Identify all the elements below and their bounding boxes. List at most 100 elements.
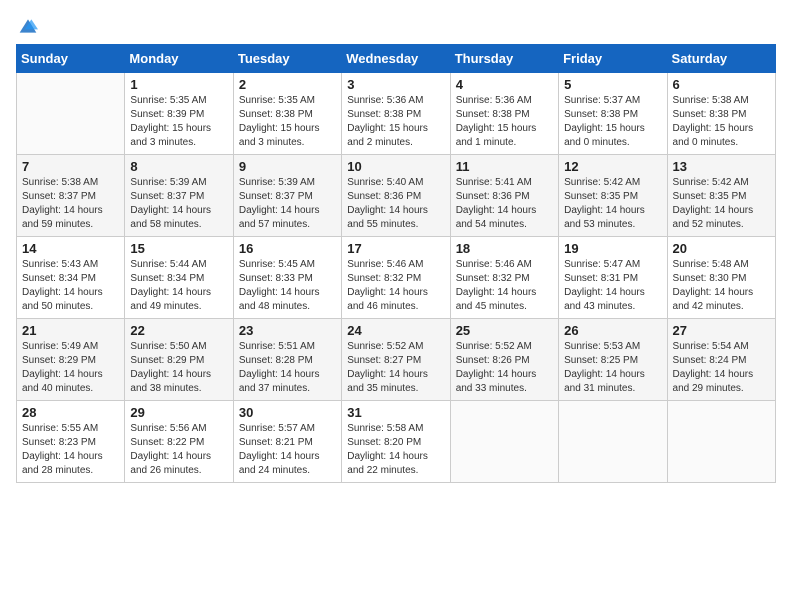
day-number: 25	[456, 323, 553, 338]
day-number: 3	[347, 77, 444, 92]
week-row-3: 14 Sunrise: 5:43 AMSunset: 8:34 PMDayligh…	[17, 237, 776, 319]
logo	[16, 16, 40, 36]
day-info: Sunrise: 5:58 AMSunset: 8:20 PMDaylight:…	[347, 422, 444, 478]
header-cell-sunday: Sunday	[17, 45, 125, 73]
day-cell: 20 Sunrise: 5:48 AMSunset: 8:30 PMDayligh…	[667, 237, 775, 319]
header-cell-saturday: Saturday	[667, 45, 775, 73]
day-cell: 7 Sunrise: 5:38 AMSunset: 8:37 PMDaylight…	[17, 155, 125, 237]
day-info: Sunrise: 5:39 AMSunset: 8:37 PMDaylight:…	[130, 176, 227, 232]
day-number: 10	[347, 159, 444, 174]
day-info: Sunrise: 5:42 AMSunset: 8:35 PMDaylight:…	[673, 176, 770, 232]
day-cell: 5 Sunrise: 5:37 AMSunset: 8:38 PMDaylight…	[559, 73, 667, 155]
day-number: 30	[239, 405, 336, 420]
day-info: Sunrise: 5:40 AMSunset: 8:36 PMDaylight:…	[347, 176, 444, 232]
day-cell: 15Sunrise: 5:44 AMSunset: 8:34 PMDayligh…	[125, 237, 233, 319]
day-number: 12	[564, 159, 661, 174]
day-info: Sunrise: 5:38 AMSunset: 8:37 PMDaylight:…	[22, 176, 119, 232]
day-cell	[450, 401, 558, 483]
day-info: Sunrise: 5:48 AMSunset: 8:30 PMDaylight:…	[673, 258, 770, 314]
day-info: Sunrise: 5:51 AMSunset: 8:28 PMDaylight:…	[239, 340, 336, 396]
day-cell	[559, 401, 667, 483]
day-cell: 6 Sunrise: 5:38 AMSunset: 8:38 PMDaylight…	[667, 73, 775, 155]
day-info: Sunrise: 5:52 AMSunset: 8:27 PMDaylight:…	[347, 340, 444, 396]
day-number: 31	[347, 405, 444, 420]
week-row-2: 7 Sunrise: 5:38 AMSunset: 8:37 PMDaylight…	[17, 155, 776, 237]
day-number: 26	[564, 323, 661, 338]
day-number: 17	[347, 241, 444, 256]
day-number: 22	[130, 323, 227, 338]
day-number: 8	[130, 159, 227, 174]
day-number: 19	[564, 241, 661, 256]
day-cell: 8 Sunrise: 5:39 AMSunset: 8:37 PMDaylight…	[125, 155, 233, 237]
day-cell	[17, 73, 125, 155]
day-number: 20	[673, 241, 770, 256]
day-info: Sunrise: 5:41 AMSunset: 8:36 PMDaylight:…	[456, 176, 553, 232]
day-cell: 24 Sunrise: 5:52 AMSunset: 8:27 PMDayligh…	[342, 319, 450, 401]
day-info: Sunrise: 5:43 AMSunset: 8:34 PMDaylight:…	[22, 258, 119, 314]
day-cell: 25 Sunrise: 5:52 AMSunset: 8:26 PMDayligh…	[450, 319, 558, 401]
day-info: Sunrise: 5:53 AMSunset: 8:25 PMDaylight:…	[564, 340, 661, 396]
day-cell: 21 Sunrise: 5:49 AMSunset: 8:29 PMDayligh…	[17, 319, 125, 401]
day-cell: 13 Sunrise: 5:42 AMSunset: 8:35 PMDayligh…	[667, 155, 775, 237]
header-cell-wednesday: Wednesday	[342, 45, 450, 73]
day-number: 15	[130, 241, 227, 256]
day-info: Sunrise: 5:45 AMSunset: 8:33 PMDaylight:…	[239, 258, 336, 314]
day-cell: 29 Sunrise: 5:56 AMSunset: 8:22 PMDayligh…	[125, 401, 233, 483]
day-info: Sunrise: 5:46 AMSunset: 8:32 PMDaylight:…	[347, 258, 444, 314]
day-number: 29	[130, 405, 227, 420]
day-number: 24	[347, 323, 444, 338]
day-cell: 30 Sunrise: 5:57 AMSunset: 8:21 PMDayligh…	[233, 401, 341, 483]
day-info: Sunrise: 5:57 AMSunset: 8:21 PMDaylight:…	[239, 422, 336, 478]
day-cell: 31 Sunrise: 5:58 AMSunset: 8:20 PMDayligh…	[342, 401, 450, 483]
day-cell: 1Sunrise: 5:35 AMSunset: 8:39 PMDaylight…	[125, 73, 233, 155]
day-info: Sunrise: 5:52 AMSunset: 8:26 PMDaylight:…	[456, 340, 553, 396]
day-number: 2	[239, 77, 336, 92]
header-cell-friday: Friday	[559, 45, 667, 73]
day-number: 27	[673, 323, 770, 338]
day-cell: 10 Sunrise: 5:40 AMSunset: 8:36 PMDayligh…	[342, 155, 450, 237]
day-cell: 28 Sunrise: 5:55 AMSunset: 8:23 PMDayligh…	[17, 401, 125, 483]
day-number: 28	[22, 405, 119, 420]
day-number: 9	[239, 159, 336, 174]
day-info: Sunrise: 5:38 AMSunset: 8:38 PMDaylight:…	[673, 94, 770, 150]
calendar-body: 1Sunrise: 5:35 AMSunset: 8:39 PMDaylight…	[17, 73, 776, 483]
day-cell: 18Sunrise: 5:46 AMSunset: 8:32 PMDayligh…	[450, 237, 558, 319]
day-cell: 14 Sunrise: 5:43 AMSunset: 8:34 PMDayligh…	[17, 237, 125, 319]
logo-icon	[18, 16, 38, 36]
day-cell	[667, 401, 775, 483]
day-number: 13	[673, 159, 770, 174]
day-info: Sunrise: 5:36 AMSunset: 8:38 PMDaylight:…	[456, 94, 553, 150]
page-header	[16, 16, 776, 36]
day-cell: 19 Sunrise: 5:47 AMSunset: 8:31 PMDayligh…	[559, 237, 667, 319]
day-number: 14	[22, 241, 119, 256]
day-info: Sunrise: 5:37 AMSunset: 8:38 PMDaylight:…	[564, 94, 661, 150]
day-info: Sunrise: 5:55 AMSunset: 8:23 PMDaylight:…	[22, 422, 119, 478]
day-info: Sunrise: 5:50 AMSunset: 8:29 PMDaylight:…	[130, 340, 227, 396]
day-number: 21	[22, 323, 119, 338]
day-info: Sunrise: 5:39 AMSunset: 8:37 PMDaylight:…	[239, 176, 336, 232]
day-info: Sunrise: 5:49 AMSunset: 8:29 PMDaylight:…	[22, 340, 119, 396]
week-row-5: 28 Sunrise: 5:55 AMSunset: 8:23 PMDayligh…	[17, 401, 776, 483]
day-cell: 3 Sunrise: 5:36 AMSunset: 8:38 PMDaylight…	[342, 73, 450, 155]
day-cell: 16 Sunrise: 5:45 AMSunset: 8:33 PMDayligh…	[233, 237, 341, 319]
day-info: Sunrise: 5:35 AMSunset: 8:38 PMDaylight:…	[239, 94, 336, 150]
day-info: Sunrise: 5:46 AMSunset: 8:32 PMDaylight:…	[456, 258, 553, 314]
day-number: 5	[564, 77, 661, 92]
calendar-table: SundayMondayTuesdayWednesdayThursdayFrid…	[16, 44, 776, 483]
day-number: 16	[239, 241, 336, 256]
day-cell: 26 Sunrise: 5:53 AMSunset: 8:25 PMDayligh…	[559, 319, 667, 401]
day-info: Sunrise: 5:47 AMSunset: 8:31 PMDaylight:…	[564, 258, 661, 314]
day-number: 4	[456, 77, 553, 92]
day-info: Sunrise: 5:56 AMSunset: 8:22 PMDaylight:…	[130, 422, 227, 478]
day-number: 7	[22, 159, 119, 174]
day-number: 6	[673, 77, 770, 92]
day-number: 1	[130, 77, 227, 92]
day-cell: 12Sunrise: 5:42 AMSunset: 8:35 PMDayligh…	[559, 155, 667, 237]
day-cell: 4 Sunrise: 5:36 AMSunset: 8:38 PMDaylight…	[450, 73, 558, 155]
day-cell: 23Sunrise: 5:51 AMSunset: 8:28 PMDayligh…	[233, 319, 341, 401]
day-cell: 9 Sunrise: 5:39 AMSunset: 8:37 PMDaylight…	[233, 155, 341, 237]
week-row-4: 21 Sunrise: 5:49 AMSunset: 8:29 PMDayligh…	[17, 319, 776, 401]
day-cell: 27Sunrise: 5:54 AMSunset: 8:24 PMDayligh…	[667, 319, 775, 401]
day-info: Sunrise: 5:36 AMSunset: 8:38 PMDaylight:…	[347, 94, 444, 150]
day-cell: 2 Sunrise: 5:35 AMSunset: 8:38 PMDaylight…	[233, 73, 341, 155]
